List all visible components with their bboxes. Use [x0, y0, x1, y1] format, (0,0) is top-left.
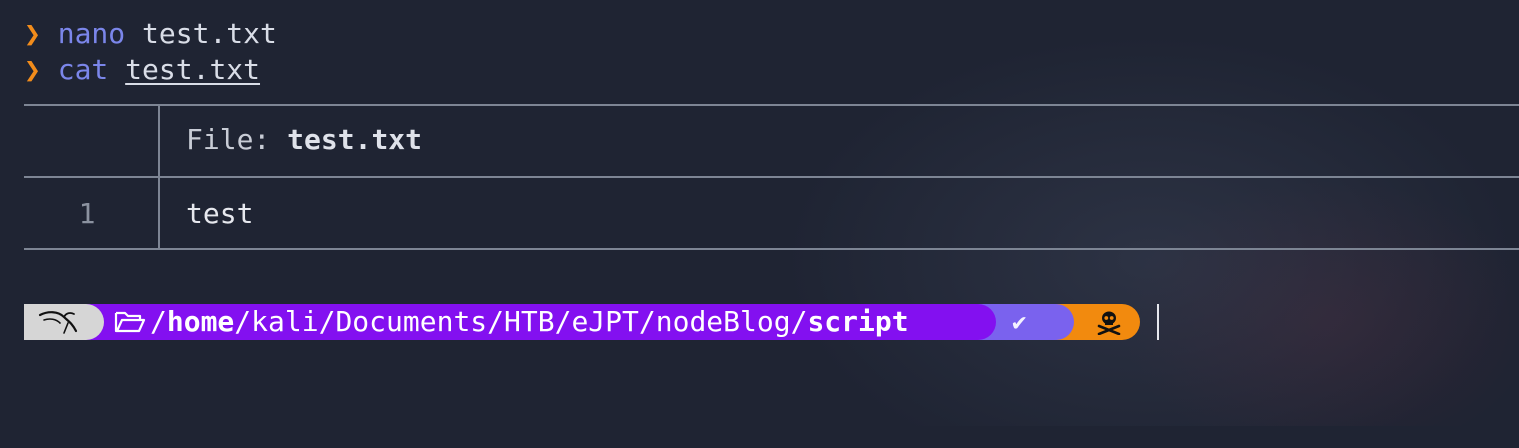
- history-command: cat: [57, 53, 109, 86]
- history-line-nano: ❯ nano test.txt: [24, 16, 277, 52]
- prompt-chevron: ❯: [24, 53, 41, 86]
- bat-output-frame: File: test.txt 1 test: [24, 104, 1519, 250]
- line-content: test: [186, 197, 254, 230]
- file-header-name: test.txt: [287, 123, 423, 156]
- check-icon: ✔: [1012, 308, 1027, 336]
- frame-bottom-rule: [24, 248, 1519, 250]
- os-segment: [24, 304, 104, 340]
- path-prefix: /: [150, 305, 167, 338]
- line-number: 1: [78, 197, 96, 230]
- path-middle: /kali/Documents/HTB/eJPT/nodeBlog/: [234, 305, 808, 338]
- history-argument: test.txt: [142, 17, 277, 50]
- history-argument-file-link[interactable]: test.txt: [125, 53, 260, 86]
- path-home: home: [166, 305, 235, 338]
- prompt-chevron: ❯: [24, 17, 41, 50]
- frame-header-rule: [24, 176, 1519, 178]
- folder-open-icon: [114, 311, 146, 333]
- path-current-dir: script: [807, 305, 909, 338]
- current-path: /home/kali/Documents/HTB/eJPT/nodeBlog/s…: [150, 304, 909, 340]
- skull-crossbones-icon: [1097, 311, 1121, 335]
- history-command: nano: [57, 17, 126, 50]
- file-header: File: test.txt: [186, 122, 422, 158]
- gutter-divider: [158, 104, 160, 250]
- path-segment: /home/kali/Documents/HTB/eJPT/nodeBlog/s…: [82, 304, 996, 340]
- history-line-cat: ❯ cat test.txt: [24, 52, 260, 88]
- kali-dragon-icon: [38, 311, 78, 334]
- file-header-label: File:: [186, 123, 288, 156]
- frame-top-rule: [24, 104, 1519, 106]
- text-cursor[interactable]: [1157, 304, 1159, 340]
